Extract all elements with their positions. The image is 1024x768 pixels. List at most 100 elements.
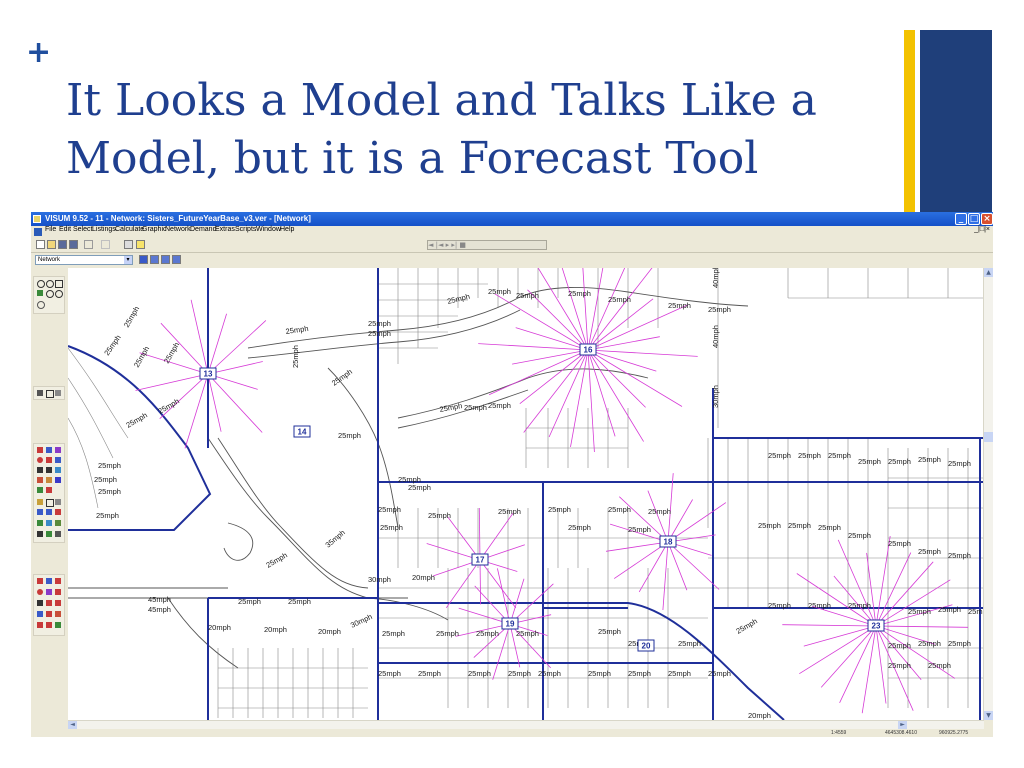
text-tool-icon[interactable] bbox=[37, 531, 43, 537]
timeline-controls[interactable]: ◄ |◄ ▸ ▸| ■ bbox=[427, 240, 547, 250]
network-selector[interactable]: Network ▾ bbox=[35, 255, 133, 265]
stop-area-tool-icon[interactable] bbox=[46, 499, 54, 507]
flow-bundle-icon[interactable] bbox=[55, 509, 61, 515]
scroll-right-icon[interactable]: ► bbox=[898, 721, 907, 729]
speed-label: 25mph bbox=[768, 601, 791, 610]
menu-select[interactable]: Select bbox=[73, 226, 92, 233]
menu-scripts[interactable]: Scripts bbox=[235, 226, 256, 233]
draw-connector-icon[interactable] bbox=[55, 589, 61, 595]
draw-line-icon[interactable] bbox=[46, 611, 52, 617]
draw-route-icon[interactable] bbox=[37, 611, 43, 617]
print-icon[interactable] bbox=[124, 240, 133, 249]
pen-icon[interactable] bbox=[37, 290, 43, 296]
screenline-tool-icon[interactable] bbox=[37, 499, 43, 505]
zoom-window-icon[interactable] bbox=[55, 280, 63, 288]
route-tool-icon[interactable] bbox=[37, 509, 43, 515]
draw-node-icon[interactable] bbox=[37, 578, 43, 584]
list-view-icon[interactable] bbox=[150, 255, 159, 264]
zoom-out-icon[interactable] bbox=[46, 280, 54, 288]
close-button[interactable]: × bbox=[981, 213, 993, 225]
network-map-view[interactable]: 25mph 25mph 25mph 25mph 25mph 25mph 25mph 25mph… bbox=[68, 268, 984, 720]
link-tool-icon[interactable] bbox=[46, 447, 52, 453]
speed-label: 25mph bbox=[380, 523, 403, 532]
save-icon[interactable] bbox=[58, 240, 67, 249]
shortest-path-icon[interactable] bbox=[55, 520, 61, 526]
turn-tool-icon[interactable] bbox=[55, 447, 61, 453]
isochrone-icon[interactable] bbox=[46, 520, 52, 526]
menu-help[interactable]: Help bbox=[280, 226, 294, 233]
undo-icon[interactable] bbox=[84, 240, 93, 249]
graphic-view-icon[interactable] bbox=[172, 255, 181, 264]
main-zone-tool-icon[interactable] bbox=[55, 457, 61, 463]
line-route-tool-icon[interactable] bbox=[55, 477, 61, 483]
connector-tool-icon[interactable] bbox=[46, 457, 52, 463]
draw-count-icon[interactable] bbox=[55, 611, 61, 617]
draw-detector-icon[interactable] bbox=[37, 622, 43, 628]
network-map[interactable]: 25mph 25mph 25mph 25mph 25mph 25mph 25mph 25mph… bbox=[68, 268, 984, 720]
scroll-thumb[interactable] bbox=[984, 432, 993, 442]
toll-system-tool-icon[interactable] bbox=[55, 499, 61, 505]
menu-edit[interactable]: Edit bbox=[59, 226, 71, 233]
menu-window[interactable]: Window bbox=[256, 226, 281, 233]
save-as-icon[interactable] bbox=[69, 240, 78, 249]
move-icon[interactable] bbox=[37, 390, 43, 396]
speed-label: 25mph bbox=[125, 410, 149, 429]
stop-point-tool-icon[interactable] bbox=[46, 477, 52, 483]
count-location-icon[interactable] bbox=[37, 487, 43, 493]
draw-grid-icon[interactable] bbox=[37, 600, 43, 606]
node-tool-icon[interactable] bbox=[37, 447, 43, 453]
scroll-up-icon[interactable]: ▲ bbox=[984, 268, 993, 277]
net-view-icon[interactable] bbox=[139, 255, 148, 264]
menu-extras[interactable]: Extras bbox=[215, 226, 235, 233]
draw-territory-icon[interactable] bbox=[55, 600, 61, 606]
zoom-all-icon[interactable] bbox=[55, 290, 63, 298]
menu-network[interactable]: Network bbox=[165, 226, 191, 233]
scroll-down-icon[interactable]: ▼ bbox=[984, 711, 993, 720]
menu-demand[interactable]: Demand bbox=[190, 226, 216, 233]
territory-tool-icon[interactable] bbox=[37, 467, 43, 473]
table-view-icon[interactable] bbox=[161, 255, 170, 264]
draw-poi-icon[interactable] bbox=[46, 600, 52, 606]
grid-tool-icon[interactable] bbox=[46, 467, 52, 473]
maximize-button[interactable]: □ bbox=[968, 213, 980, 225]
draw-stop-icon[interactable] bbox=[37, 589, 43, 595]
speed-label: 25mph bbox=[368, 319, 391, 328]
minimize-button[interactable]: _ bbox=[955, 213, 967, 225]
pan-hand-icon[interactable] bbox=[37, 301, 45, 309]
new-icon[interactable] bbox=[36, 240, 45, 249]
menu-listings[interactable]: Listings bbox=[92, 226, 116, 233]
zoom-previous-icon[interactable] bbox=[46, 290, 54, 298]
poi-tool-icon[interactable] bbox=[37, 477, 43, 483]
matrix-icon[interactable] bbox=[37, 520, 43, 526]
zone-tool-icon[interactable] bbox=[37, 457, 43, 463]
detector-tool-icon[interactable] bbox=[46, 487, 52, 493]
menu-file[interactable]: File bbox=[45, 226, 56, 233]
draw-turn-icon[interactable] bbox=[46, 589, 52, 595]
zoom-in-icon[interactable] bbox=[37, 280, 45, 288]
slide-accent-gold-bar bbox=[904, 30, 915, 212]
speed-label: 25mph bbox=[928, 661, 951, 670]
help-icon[interactable] bbox=[136, 240, 145, 249]
draw-screenline-icon[interactable] bbox=[46, 622, 52, 628]
legend-tool-icon[interactable] bbox=[46, 531, 52, 537]
draw-link-icon[interactable] bbox=[46, 578, 52, 584]
horizontal-scrollbar[interactable]: ◄ ► bbox=[68, 720, 984, 729]
menu-calculate[interactable]: Calculate bbox=[115, 226, 144, 233]
pointer-icon[interactable] bbox=[46, 390, 54, 398]
edit-icon[interactable] bbox=[55, 390, 61, 396]
stop-tool-icon[interactable] bbox=[55, 467, 61, 473]
open-icon[interactable] bbox=[47, 240, 56, 249]
draw-toll-icon[interactable] bbox=[55, 622, 61, 628]
scroll-left-icon[interactable]: ◄ bbox=[68, 721, 77, 729]
chevron-down-icon[interactable]: ▾ bbox=[124, 256, 132, 264]
vertical-scrollbar[interactable]: ▲ ▼ bbox=[983, 268, 993, 720]
table-tool-icon[interactable] bbox=[55, 531, 61, 537]
menu-graphic[interactable]: Graphic bbox=[142, 226, 167, 233]
zone-connector-line bbox=[875, 625, 922, 680]
mdi-window-buttons[interactable]: _|□|× bbox=[974, 226, 990, 233]
path-tool-icon[interactable] bbox=[46, 509, 52, 515]
draw-zone-icon[interactable] bbox=[55, 578, 61, 584]
speed-label: 25mph bbox=[132, 345, 151, 369]
redo-icon[interactable] bbox=[101, 240, 110, 249]
window-titlebar[interactable]: VISUM 9.52 - 11 - Network: Sisters_Futur… bbox=[31, 212, 993, 226]
